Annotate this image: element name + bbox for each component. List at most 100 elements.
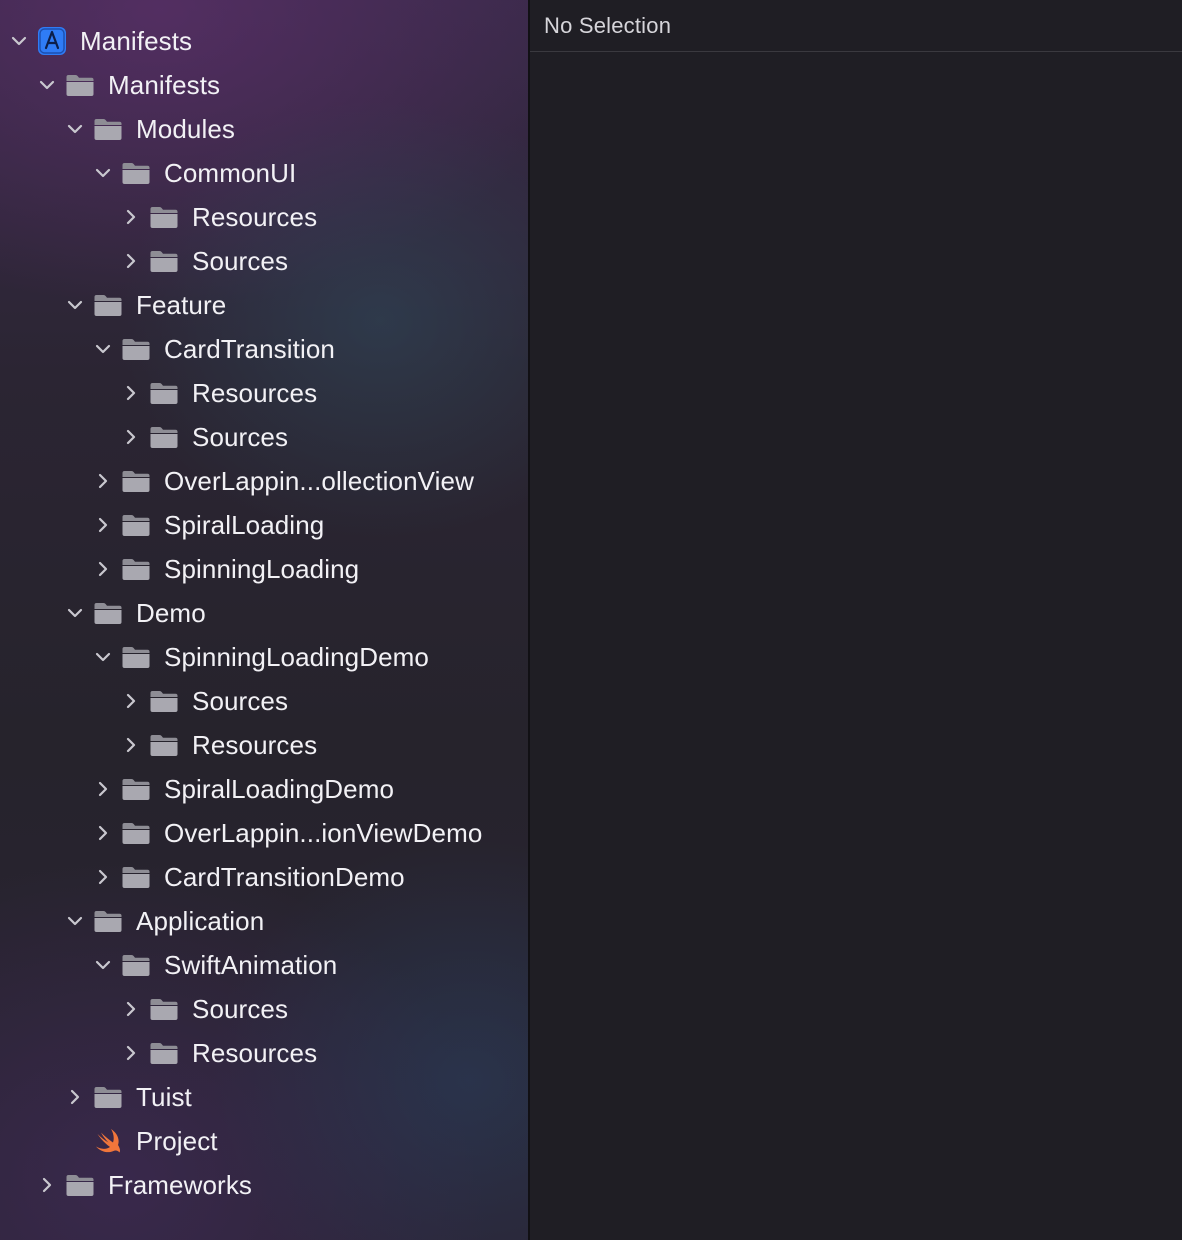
chevron-down-icon[interactable] <box>94 648 112 666</box>
tree-row-label: Modules <box>136 114 235 144</box>
chevron-right-icon[interactable] <box>94 516 112 534</box>
tree-row-label: OverLappin...ollectionView <box>164 466 474 496</box>
tree-row[interactable]: Application <box>0 899 528 943</box>
chevron-right-icon[interactable] <box>122 1044 140 1062</box>
chevron-down-icon[interactable] <box>94 956 112 974</box>
tree-row-label: CommonUI <box>164 158 297 188</box>
chevron-down-icon[interactable] <box>66 912 84 930</box>
tree-row[interactable]: CardTransitionDemo <box>0 855 528 899</box>
tree-row-label: Feature <box>136 290 227 320</box>
chevron-down-icon[interactable] <box>66 120 84 138</box>
chevron-right-icon[interactable] <box>94 472 112 490</box>
tree-row-label: Demo <box>136 598 206 628</box>
tree-row-label: Sources <box>192 246 289 276</box>
chevron-right-icon[interactable] <box>122 384 140 402</box>
folder-icon <box>92 598 124 628</box>
tree-row[interactable]: Sources <box>0 239 528 283</box>
folder-icon <box>120 862 152 892</box>
chevron-right-icon[interactable] <box>94 824 112 842</box>
tree-row-label: CardTransition <box>164 334 335 364</box>
chevron-right-icon[interactable] <box>122 428 140 446</box>
tree-row-label: CardTransitionDemo <box>164 862 405 892</box>
tree-row-label: Sources <box>192 686 289 716</box>
tree-row-label: Manifests <box>80 26 193 56</box>
folder-icon <box>148 246 180 276</box>
tree-row[interactable]: Sources <box>0 679 528 723</box>
folder-icon <box>120 642 152 672</box>
chevron-down-icon[interactable] <box>38 76 56 94</box>
folder-icon <box>148 686 180 716</box>
tree-row[interactable]: Resources <box>0 371 528 415</box>
tree-row[interactable]: Manifests <box>0 63 528 107</box>
tree-row-label: SpinningLoadingDemo <box>164 642 429 672</box>
tree-row-label: Sources <box>192 422 289 452</box>
folder-icon <box>120 774 152 804</box>
tree-row-label: OverLappin...ionViewDemo <box>164 818 483 848</box>
folder-icon <box>92 906 124 936</box>
tree-row[interactable]: Tuist <box>0 1075 528 1119</box>
chevron-right-icon[interactable] <box>38 1176 56 1194</box>
tree-row[interactable]: SpiralLoading <box>0 503 528 547</box>
tree-row-label: Application <box>136 906 265 936</box>
tree-row[interactable]: SpinningLoading <box>0 547 528 591</box>
tree-row[interactable]: OverLappin...ionViewDemo <box>0 811 528 855</box>
folder-icon <box>120 158 152 188</box>
tree-row[interactable]: Resources <box>0 195 528 239</box>
editor-area: No Selection <box>530 0 1182 1240</box>
folder-icon <box>120 334 152 364</box>
chevron-right-icon[interactable] <box>66 1088 84 1106</box>
folder-icon <box>148 202 180 232</box>
folder-icon <box>148 1038 180 1068</box>
tree-row-label: Frameworks <box>108 1170 253 1200</box>
tree-row[interactable]: OverLappin...ollectionView <box>0 459 528 503</box>
tree-row-label: Tuist <box>136 1082 192 1112</box>
tree-row[interactable]: Project <box>0 1119 528 1163</box>
folder-icon <box>148 994 180 1024</box>
tree-row[interactable]: Modules <box>0 107 528 151</box>
folder-icon <box>120 950 152 980</box>
chevron-right-icon[interactable] <box>94 560 112 578</box>
tree-row-label: SpiralLoading <box>164 510 325 540</box>
tree-row[interactable]: SpiralLoadingDemo <box>0 767 528 811</box>
chevron-down-icon[interactable] <box>66 604 84 622</box>
folder-icon <box>92 1082 124 1112</box>
tree-row-label: Manifests <box>108 70 221 100</box>
chevron-right-icon[interactable] <box>122 208 140 226</box>
chevron-down-icon[interactable] <box>10 32 28 50</box>
folder-icon <box>120 510 152 540</box>
chevron-down-icon[interactable] <box>66 296 84 314</box>
tree-row[interactable]: Sources <box>0 415 528 459</box>
chevron-right-icon[interactable] <box>122 736 140 754</box>
xcode-window: Manifests Manifests Modules CommonUI Resourc… <box>0 0 1182 1240</box>
no-selection-label: No Selection <box>544 12 672 38</box>
tree-row-label: Project <box>136 1126 218 1156</box>
chevron-right-icon[interactable] <box>122 692 140 710</box>
tree-row[interactable]: SpinningLoadingDemo <box>0 635 528 679</box>
folder-icon <box>92 114 124 144</box>
tree-row[interactable]: Resources <box>0 1031 528 1075</box>
swift-file-icon <box>92 1126 124 1156</box>
chevron-right-icon[interactable] <box>122 252 140 270</box>
tree-row[interactable]: CardTransition <box>0 327 528 371</box>
chevron-right-icon[interactable] <box>94 780 112 798</box>
chevron-right-icon[interactable] <box>122 1000 140 1018</box>
tree-row-label: SpiralLoadingDemo <box>164 774 395 804</box>
editor-header: No Selection <box>530 0 1182 52</box>
tree-row[interactable]: Sources <box>0 987 528 1031</box>
tree-row[interactable]: Feature <box>0 283 528 327</box>
tree-row[interactable]: Resources <box>0 723 528 767</box>
folder-icon <box>64 1170 96 1200</box>
tree-row[interactable]: Frameworks <box>0 1163 528 1207</box>
chevron-down-icon[interactable] <box>94 340 112 358</box>
folder-icon <box>148 378 180 408</box>
folder-icon <box>120 466 152 496</box>
chevron-right-icon[interactable] <box>94 868 112 886</box>
tree-row[interactable]: Demo <box>0 591 528 635</box>
tree-row[interactable]: SwiftAnimation <box>0 943 528 987</box>
tree-row[interactable]: Manifests <box>0 19 528 63</box>
folder-icon <box>120 554 152 584</box>
tree-row[interactable]: CommonUI <box>0 151 528 195</box>
tree-row-label: SpinningLoading <box>164 554 360 584</box>
folder-icon <box>148 730 180 760</box>
chevron-down-icon[interactable] <box>94 164 112 182</box>
